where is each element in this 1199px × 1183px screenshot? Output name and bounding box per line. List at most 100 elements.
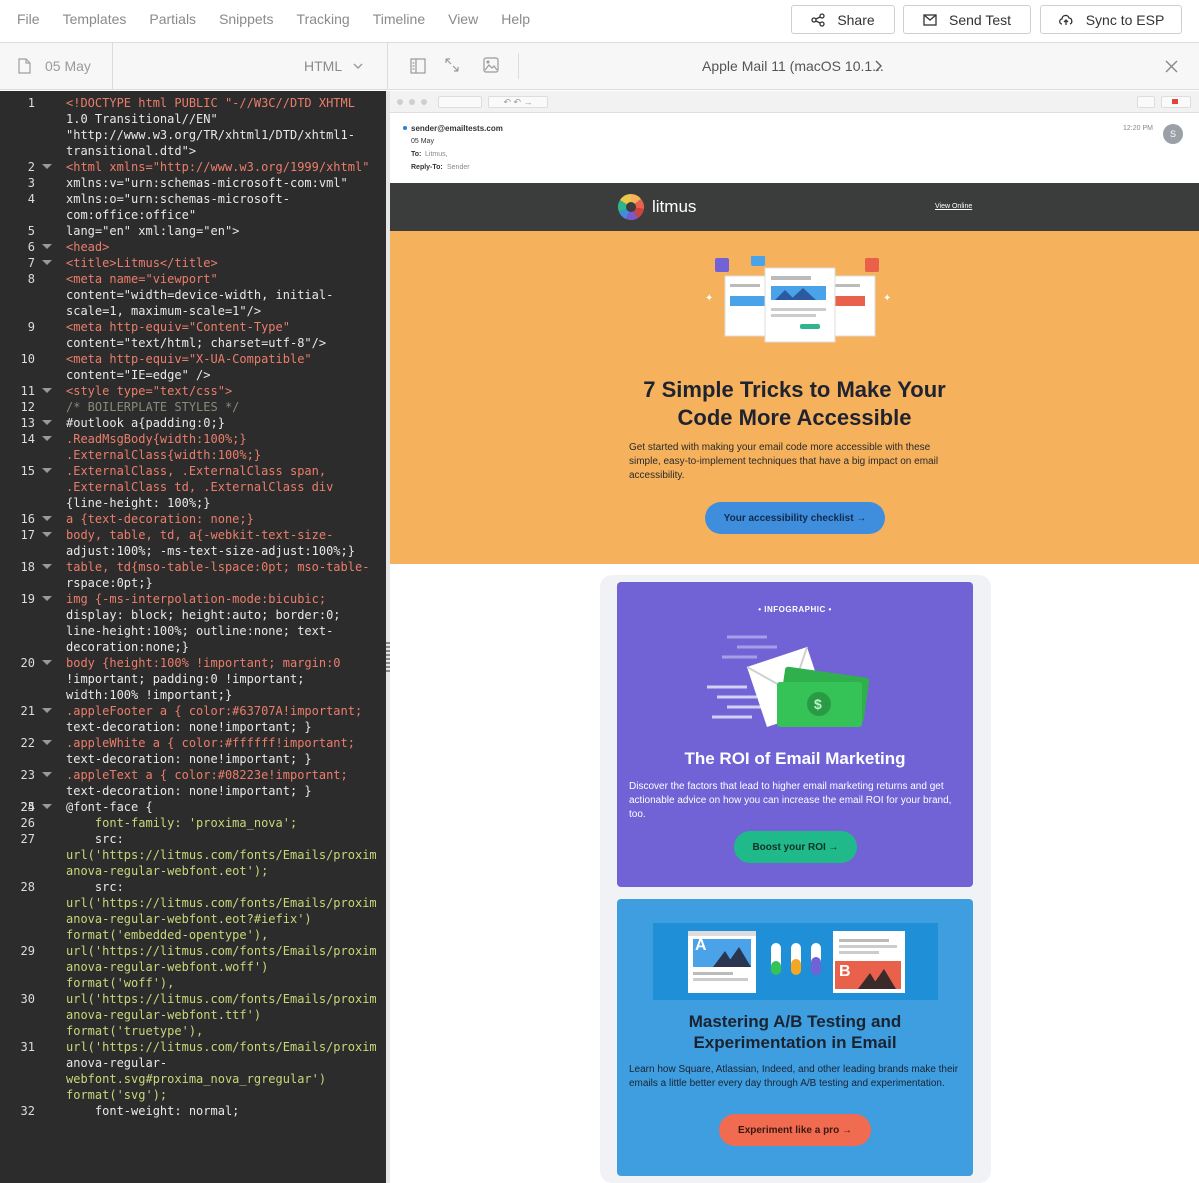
card2-cta-button[interactable]: Experiment like a pro → <box>719 1114 871 1146</box>
menu-templates[interactable]: Templates <box>63 11 127 27</box>
line-number: 5 <box>27 224 35 238</box>
line-number: 32 <box>20 1104 35 1118</box>
fold-arrow-icon[interactable] <box>42 388 52 393</box>
code-lines[interactable]: 1 <!DOCTYPE html PUBLIC "-//W3C//DTD XHTM… <box>0 95 386 1119</box>
code-line[interactable]: 26 font-family: 'proxima_nova'; <box>0 815 386 831</box>
code-text: .appleFooter a { color:#63707A!important… <box>66 704 363 718</box>
fold-arrow-icon[interactable] <box>42 596 52 601</box>
code-text: scale=1, maximum-scale=1"/> <box>66 304 262 318</box>
code-editor[interactable]: 1 <!DOCTYPE html PUBLIC "-//W3C//DTD XHTM… <box>0 91 386 1183</box>
code-line[interactable]: 21 .appleFooter a { color:#63707A!importa… <box>0 703 386 735</box>
code-line[interactable]: 20 body {height:100% !important; margin:0… <box>0 655 386 703</box>
line-number: 18 <box>20 560 35 574</box>
fold-arrow-icon[interactable] <box>42 740 52 745</box>
code-line[interactable]: 14 .ReadMsgBody{width:100%;} .ExternalClas… <box>0 431 386 463</box>
code-line[interactable]: 18 table, td{mso-table-lspace:0pt; mso-ta… <box>0 559 386 591</box>
code-line[interactable]: 22 .appleWhite a { color:#ffffff!importan… <box>0 735 386 767</box>
code-line[interactable]: 16 a {text-decoration: none;} <box>0 511 386 527</box>
code-line[interactable]: 7 <title>Litmus</title> <box>0 255 386 271</box>
chevron-down-icon[interactable] <box>353 63 363 70</box>
code-line[interactable]: 9 <meta http-equiv="Content-Type" content=… <box>0 319 386 351</box>
mail-time: 12:20 PM <box>1123 125 1153 132</box>
code-line[interactable]: 10 <meta http-equiv="X-UA-Compatible" cont… <box>0 351 386 383</box>
code-text: a {text-decoration: none;} <box>66 512 254 526</box>
menu-file[interactable]: File <box>17 11 40 27</box>
code-text: .appleText a { color:#08223e!important; <box>66 768 348 782</box>
fold-arrow-icon[interactable] <box>42 564 52 569</box>
fold-arrow-icon[interactable] <box>42 516 52 521</box>
fold-arrow-icon[interactable] <box>42 244 52 249</box>
close-icon[interactable] <box>1165 60 1178 73</box>
code-line[interactable]: 3 xmlns:v="urn:schemas-microsoft-com:vml" <box>0 175 386 191</box>
view-online-link[interactable]: View Online <box>935 203 972 210</box>
mail-to-label: To: <box>411 151 422 158</box>
code-line[interactable]: 4 xmlns:o="urn:schemas-microsoft-com:offi… <box>0 191 386 223</box>
brand-name: litmus <box>652 197 697 216</box>
panel-layout-icon[interactable] <box>410 58 426 74</box>
code-line[interactable]: 23 .appleText a { color:#08223e!important… <box>0 767 386 799</box>
image-icon[interactable] <box>483 57 499 73</box>
code-line[interactable]: 5 lang="en" xml:lang="en"> <box>0 223 386 239</box>
code-line[interactable]: 17 body, table, td, a{-webkit-text-size-a… <box>0 527 386 559</box>
fold-arrow-icon[interactable] <box>42 436 52 441</box>
code-line[interactable]: 19 img {-ms-interpolation-mode:bicubic; di… <box>0 591 386 655</box>
chevron-right-icon[interactable] <box>875 60 882 72</box>
flag-icon <box>1161 96 1191 108</box>
client-selector[interactable]: Apple Mail 11 (macOS 10.1... <box>702 58 884 74</box>
line-number: 2 <box>27 160 35 174</box>
code-text: <head> <box>66 240 110 254</box>
code-line[interactable]: 28 src: url('https://litmus.com/fonts/Ema… <box>0 879 386 943</box>
line-number: 7 <box>27 256 35 270</box>
code-text: rspace:0pt;} <box>66 576 153 590</box>
fold-arrow-icon[interactable] <box>42 660 52 665</box>
fold-arrow-icon[interactable] <box>42 708 52 713</box>
code-line[interactable]: 31 url('https://litmus.com/fonts/Emails/p… <box>0 1039 386 1103</box>
code-text: anova-regular- <box>66 1056 168 1070</box>
send-test-button[interactable]: Send Test <box>903 5 1031 34</box>
share-button[interactable]: Share <box>791 5 895 34</box>
fold-arrow-icon[interactable] <box>42 532 52 537</box>
menu-view[interactable]: View <box>448 11 478 27</box>
code-text: src: <box>66 832 124 846</box>
code-line[interactable]: 32 font-weight: normal; <box>0 1103 386 1119</box>
mail-subject: 05 May <box>411 138 434 145</box>
menu-timeline[interactable]: Timeline <box>373 11 425 27</box>
code-text: anova-regular-webfont.eot'); <box>66 864 269 878</box>
code-text: text-decoration: none!important; } <box>66 720 312 734</box>
code-line[interactable]: 8 <meta name="viewport" content="width=dev… <box>0 271 386 319</box>
menu-tracking[interactable]: Tracking <box>297 11 350 27</box>
code-text: url('https://litmus.com/fonts/Emails/pro… <box>66 944 377 958</box>
code-line[interactable]: 15 .ExternalClass, .ExternalClass span, .E… <box>0 463 386 511</box>
fold-arrow-icon[interactable] <box>42 164 52 169</box>
fold-arrow-icon[interactable] <box>42 468 52 473</box>
code-line[interactable]: 29 url('https://litmus.com/fonts/Emails/p… <box>0 943 386 991</box>
code-line[interactable]: 12 /* BOILERPLATE STYLES */ <box>0 399 386 415</box>
email-preview: ↶ ↶ → sender@emailtests.com 05 May To: L… <box>390 91 1199 1183</box>
code-line[interactable]: 13 #outlook a{padding:0;} <box>0 415 386 431</box>
code-line[interactable]: 11 <style type="text/css"> <box>0 383 386 399</box>
card1-cta-button[interactable]: Boost your ROI → <box>734 831 857 863</box>
fold-arrow-icon[interactable] <box>42 420 52 425</box>
fold-arrow-icon[interactable] <box>42 804 52 809</box>
mode-select[interactable]: HTML <box>304 58 342 74</box>
code-line[interactable]: 1 <!DOCTYPE html PUBLIC "-//W3C//DTD XHTM… <box>0 95 386 159</box>
code-text: anova-regular-webfont.eot?#iefix') <box>66 912 312 926</box>
code-text: img {-ms-interpolation-mode:bicubic; <box>66 592 327 606</box>
code-line[interactable]: 25 @font-face { <box>0 799 386 815</box>
menu-snippets[interactable]: Snippets <box>219 11 273 27</box>
code-line[interactable]: 30 url('https://litmus.com/fonts/Emails/p… <box>0 991 386 1039</box>
line-number: 16 <box>20 512 35 526</box>
code-line[interactable]: 6 <head> <box>0 239 386 255</box>
menu-help[interactable]: Help <box>501 11 530 27</box>
hero-cta-button[interactable]: Your accessibility checklist → <box>705 502 885 534</box>
code-line[interactable]: 27 src: url('https://litmus.com/fonts/Ema… <box>0 831 386 879</box>
code-line[interactable]: 2 <html xmlns="http://www.w3.org/1999/xht… <box>0 159 386 175</box>
fold-arrow-icon[interactable] <box>42 772 52 777</box>
expand-icon[interactable] <box>444 57 460 73</box>
fold-arrow-icon[interactable] <box>42 260 52 265</box>
sync-esp-button[interactable]: Sync to ESP <box>1040 5 1182 34</box>
main-menu: File Templates Partials Snippets Trackin… <box>17 11 553 27</box>
hero-title-line-2: Code More Accessible <box>677 405 912 430</box>
file-name[interactable]: 05 May <box>45 58 91 74</box>
menu-partials[interactable]: Partials <box>149 11 196 27</box>
